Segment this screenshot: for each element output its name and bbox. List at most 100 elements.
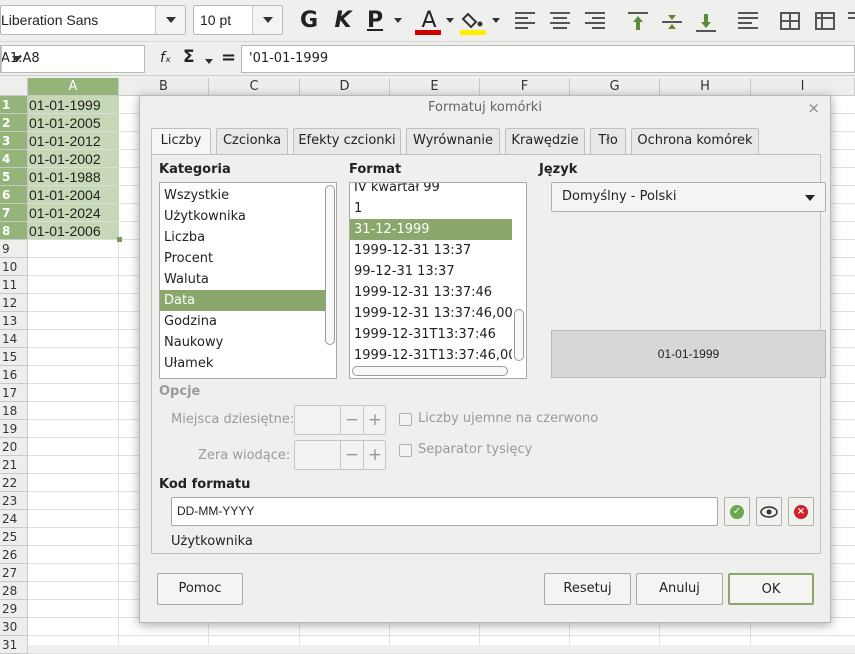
column-header-d[interactable]: D [300,78,390,96]
row-header-26[interactable]: 26 [0,546,28,564]
column-header-c[interactable]: C [209,78,300,96]
fill-handle[interactable] [117,237,122,242]
wrap-text-icon[interactable] [738,12,758,30]
chevron-down-icon[interactable] [492,18,500,23]
row-header-10[interactable]: 10 [0,258,28,276]
row-header-25[interactable]: 25 [0,528,28,546]
format-item[interactable]: 1999-12-31 13:37 [350,240,512,261]
italic-button[interactable]: K [330,8,356,34]
close-icon[interactable]: × [807,99,820,117]
plus-icon[interactable]: + [363,406,386,434]
chevron-down-icon[interactable] [394,18,402,23]
format-item[interactable]: 1999-12-31T13:37:46,000 [350,345,512,366]
row-header-14[interactable]: 14 [0,330,28,348]
chevron-down-icon[interactable] [446,18,454,23]
negative-red-checkbox[interactable] [399,413,412,426]
category-item[interactable]: Liczba [160,227,325,248]
help-button[interactable]: Pomoc [157,573,243,605]
format-list[interactable]: 1999-12-31T13:37:46,000 1999-12-31T13:37:… [349,182,527,379]
highlight-bucket-icon[interactable] [460,10,486,30]
cell-a1[interactable]: 01-01-1999 [28,96,119,114]
chevron-down-icon[interactable] [155,6,185,34]
row-header-15[interactable]: 15 [0,348,28,366]
category-list[interactable]: Wszystkie Użytkownika Liczba Procent Waluta D… [159,182,337,379]
row-header-28[interactable]: 28 [0,582,28,600]
category-item[interactable]: Wszystkie [160,185,325,206]
row-header-21[interactable]: 21 [0,456,28,474]
cell-a8[interactable]: 01-01-2006 [28,222,119,240]
tab-tlo[interactable]: Tło [590,128,626,154]
align-bottom-icon[interactable] [696,12,716,32]
row-header-11[interactable]: 11 [0,276,28,294]
row-header-3[interactable]: 3 [0,132,28,150]
tab-liczby[interactable]: Liczby [151,128,211,155]
category-item[interactable]: Waluta [160,269,325,290]
category-item[interactable]: Data [160,290,325,311]
tab-krawedzie[interactable]: Krawędzie [505,128,585,154]
row-header-20[interactable]: 20 [0,438,28,456]
leading-zeros-stepper[interactable]: − + [294,440,386,470]
format-item[interactable]: 1999-12-31 13:37:46,000 [350,303,512,324]
format-item[interactable]: 99-12-31 13:37 [350,261,512,282]
align-left-icon[interactable] [515,12,535,30]
category-item[interactable]: Użytkownika [160,206,325,227]
align-top-icon[interactable] [628,12,648,30]
row-header-9[interactable]: 9 [0,240,28,258]
row-header-27[interactable]: 27 [0,564,28,582]
column-header-e[interactable]: E [390,78,480,96]
column-header-g[interactable]: G [570,78,660,96]
row-header-4[interactable]: 4 [0,150,28,168]
cell-a4[interactable]: 01-01-2002 [28,150,119,168]
align-right-icon[interactable] [585,12,605,30]
add-comment-button[interactable] [756,497,782,526]
sum-icon[interactable]: Σ [183,47,195,67]
row-header-19[interactable]: 19 [0,420,28,438]
cancel-button[interactable]: Anuluj [636,573,723,605]
row-header-24[interactable]: 24 [0,510,28,528]
chevron-down-icon[interactable] [252,6,282,34]
format-vscrollbar[interactable] [514,309,524,361]
format-item[interactable]: 1 [350,198,512,219]
corner-select-all[interactable] [0,78,28,96]
merge-cells-icon[interactable] [780,12,800,30]
row-header-2[interactable]: 2 [0,114,28,132]
font-size-combo[interactable]: 10 pt [193,5,283,35]
font-name-combo[interactable]: Liberation Sans [0,5,186,35]
format-code-input[interactable]: DD-MM-YYYY [171,497,718,526]
cell-a7[interactable]: 01-01-2024 [28,204,119,222]
reset-button[interactable]: Resetuj [544,573,631,605]
row-header-29[interactable]: 29 [0,600,28,618]
align-center-icon[interactable] [550,12,570,30]
plus-icon[interactable]: + [363,441,386,469]
cell-a2[interactable]: 01-01-2005 [28,114,119,132]
formula-input[interactable]: '01-01-1999 [241,45,855,73]
accept-code-button[interactable]: ✓ [724,497,750,526]
format-item[interactable]: 31-12-1999 [350,219,512,240]
category-item[interactable]: Procent [160,248,325,269]
row-header-8[interactable]: 8 [0,222,28,240]
minus-icon[interactable]: − [340,406,363,434]
column-header-f[interactable]: F [480,78,570,96]
align-middle-icon[interactable] [662,12,682,30]
chevron-down-icon[interactable] [1,46,31,72]
format-item[interactable]: IV kwartał 99 [350,183,512,198]
column-header-h[interactable]: H [660,78,751,96]
row-header-6[interactable]: 6 [0,186,28,204]
tab-wyrownanie[interactable]: Wyrównanie [406,128,500,154]
column-header-a[interactable]: A [28,78,119,96]
more-icon[interactable] [848,12,855,30]
category-scrollbar[interactable] [325,185,335,345]
cell-a3[interactable]: 01-01-2012 [28,132,119,150]
column-header-b[interactable]: B [119,78,209,96]
row-header-22[interactable]: 22 [0,474,28,492]
table-icon[interactable] [815,12,835,30]
function-wizard-icon[interactable]: fₓ [160,50,171,66]
equals-icon[interactable]: = [221,47,236,68]
format-item[interactable]: 1999-12-31 13:37:46 [350,282,512,303]
tab-ochrona-komorek[interactable]: Ochrona komórek [631,128,759,154]
category-item[interactable]: Ułamek [160,353,325,374]
chevron-down-icon[interactable] [205,59,213,64]
cell-a5[interactable]: 01-01-1988 [28,168,119,186]
row-header-16[interactable]: 16 [0,366,28,384]
category-item[interactable]: Naukowy [160,332,325,353]
